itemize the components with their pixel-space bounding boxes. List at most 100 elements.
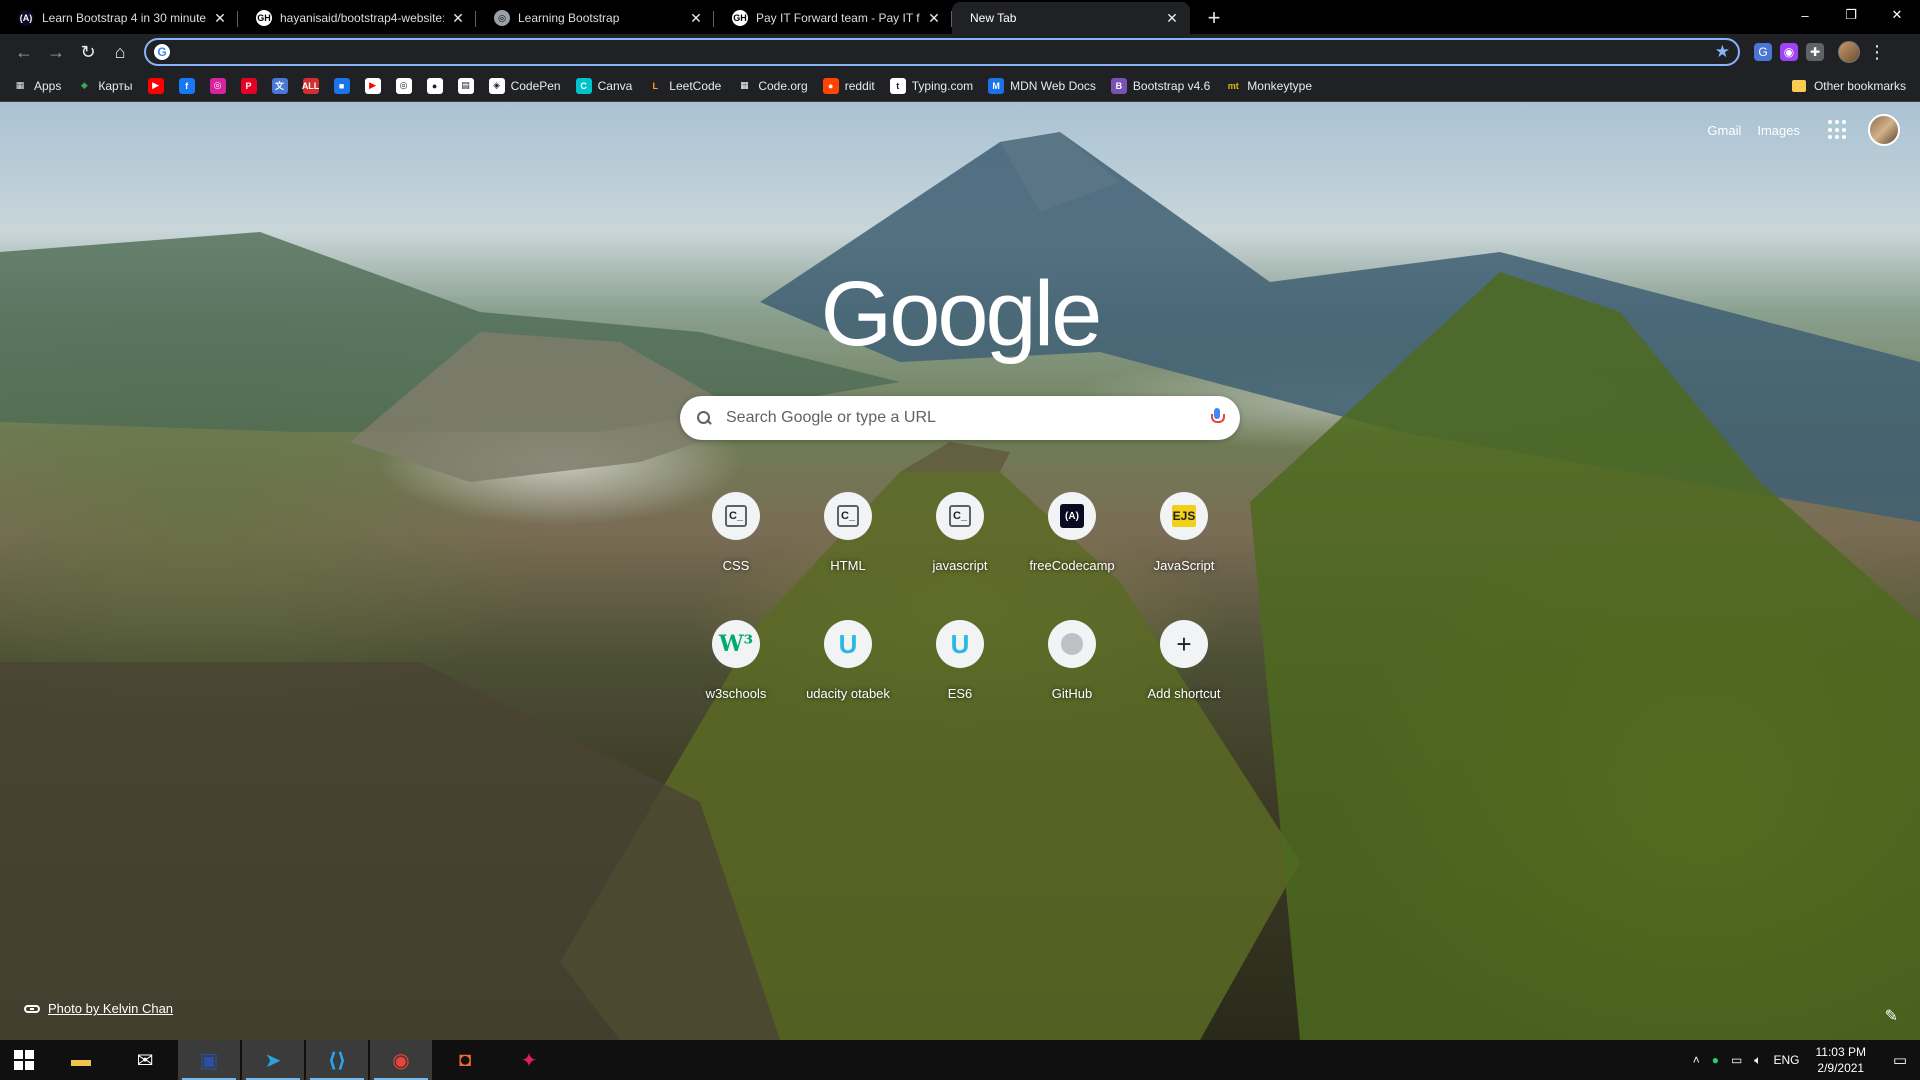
tab-5[interactable]: New Tab ✕ xyxy=(952,2,1190,34)
bookmark-star-icon[interactable]: ★ xyxy=(1715,42,1730,62)
close-window-button[interactable]: ✕ xyxy=(1874,0,1920,30)
shortcut-icon: W³ xyxy=(712,620,760,668)
customize-pencil-icon[interactable]: ✎ xyxy=(1885,1006,1898,1026)
tab-favicon-icon: GH xyxy=(256,10,272,26)
bookmark-item-9[interactable]: ■ xyxy=(333,77,350,94)
volume-icon[interactable]: 🔈︎ xyxy=(1754,1053,1761,1068)
profile-avatar[interactable] xyxy=(1838,41,1860,63)
taskbar-chrome[interactable]: ◉ xyxy=(370,1040,432,1080)
bookmark-codepen[interactable]: ◈ CodePen xyxy=(488,77,561,94)
shortcut-javascript[interactable]: EJS JavaScript xyxy=(1128,476,1240,596)
tray-chevron-icon[interactable]: ˄ xyxy=(1693,1053,1700,1067)
other-bookmarks[interactable]: Other bookmarks xyxy=(1791,70,1906,102)
shortcut-add-shortcut[interactable]: + Add shortcut xyxy=(1128,604,1240,724)
minimize-button[interactable]: – xyxy=(1782,0,1828,30)
images-link[interactable]: Images xyxy=(1757,123,1800,138)
bookmark-item-4[interactable]: f xyxy=(178,77,195,94)
reload-button[interactable]: ↻ xyxy=(72,36,104,68)
bookmarks-bar: ▦ Apps ◆ Карты ▶ f ◎ P 文 ALL ■ ▶ ◎ ● ▤ ◈ CodePen C Canva L L… xyxy=(0,70,1920,102)
shortcut-html[interactable]: C_ HTML xyxy=(792,476,904,596)
tab-2[interactable]: GH hayanisaid/bootstrap4-website: W ✕ xyxy=(238,2,476,34)
bookmark-item-3[interactable]: ▶ xyxy=(147,77,164,94)
bookmark-item-7[interactable]: 文 xyxy=(271,77,288,94)
bookmark-item-13[interactable]: ▤ xyxy=(457,77,474,94)
tab-close-icon[interactable]: ✕ xyxy=(1164,10,1180,26)
taskbar-mail[interactable]: ✉ xyxy=(114,1040,176,1080)
account-avatar[interactable] xyxy=(1868,114,1900,146)
bookmark-item-8[interactable]: ALL xyxy=(302,77,319,94)
notification-center-icon[interactable]: ▭ xyxy=(1880,1040,1920,1080)
start-button[interactable] xyxy=(0,1040,48,1080)
tab-3[interactable]: ◎ Learning Bootstrap ✕ xyxy=(476,2,714,34)
shortcut-w3schools[interactable]: W³ w3schools xyxy=(680,604,792,724)
shortcut-css[interactable]: C_ CSS xyxy=(680,476,792,596)
tab-title: Pay IT Forward team - Pay IT forw xyxy=(756,11,920,25)
bookmark-mdn-web-docs[interactable]: M MDN Web Docs xyxy=(988,77,1096,94)
microphone-icon[interactable] xyxy=(1210,408,1225,428)
address-input[interactable] xyxy=(178,44,1715,60)
shortcut-freecodecamp[interactable]: (A) freeCodecamp xyxy=(1016,476,1128,596)
home-button[interactable]: ⌂ xyxy=(104,36,136,68)
shortcut-icon: + xyxy=(1160,620,1208,668)
tab-close-icon[interactable]: ✕ xyxy=(450,10,466,26)
taskbar-save-app[interactable]: ▣ xyxy=(178,1040,240,1080)
taskbar-app-orange[interactable]: ◘ xyxy=(434,1040,496,1080)
forward-button[interactable]: → xyxy=(40,36,72,68)
tab-close-icon[interactable]: ✕ xyxy=(926,10,942,26)
search-input[interactable] xyxy=(726,409,1210,427)
bookmark-item-11[interactable]: ◎ xyxy=(395,77,412,94)
bookmark-item-12[interactable]: ● xyxy=(426,77,443,94)
ud-favicon-icon: U xyxy=(950,628,970,659)
language-indicator[interactable]: ENG xyxy=(1774,1053,1800,1067)
translate-icon[interactable]: G xyxy=(1754,43,1772,61)
clock[interactable]: 11:03 PM 2/9/2021 xyxy=(1816,1044,1866,1076)
tab-close-icon[interactable]: ✕ xyxy=(688,10,704,26)
bookmark-code-org[interactable]: ▦ Code.org xyxy=(736,78,808,94)
bookmark-label: Canva xyxy=(597,78,633,93)
taskbar-slack[interactable]: ✦ xyxy=(498,1040,560,1080)
new-tab-button[interactable]: + xyxy=(1200,4,1228,32)
bookmark-favicon-icon: t xyxy=(889,77,906,94)
bookmark-item-10[interactable]: ▶ xyxy=(364,77,381,94)
shortcut-es6[interactable]: U ES6 xyxy=(904,604,1016,724)
bookmark-label: Карты xyxy=(98,78,133,93)
taskbar-vscode[interactable]: ⟨⟩ xyxy=(306,1040,368,1080)
bookmark-item-6[interactable]: P xyxy=(240,77,257,94)
shortcut-icon: C_ xyxy=(824,492,872,540)
shortcut-javascript[interactable]: C_ javascript xyxy=(904,476,1016,596)
attribution-text[interactable]: Photo by Kelvin Chan xyxy=(48,1001,173,1016)
taskbar-file-explorer[interactable]: ▬ xyxy=(50,1040,112,1080)
bookmark-apps[interactable]: ▦ Apps xyxy=(12,78,62,94)
bookmark-label: CodePen xyxy=(510,78,561,93)
extension-purple-icon[interactable]: ◉ xyxy=(1780,43,1798,61)
address-bar[interactable]: G ★ xyxy=(144,38,1740,66)
maximize-button[interactable]: ❐ xyxy=(1828,0,1874,30)
gmail-link[interactable]: Gmail xyxy=(1707,123,1741,138)
bookmark-favicon-icon: ● xyxy=(822,77,839,94)
gh-favicon-icon xyxy=(1061,633,1083,655)
bookmark-item-5[interactable]: ◎ xyxy=(209,77,226,94)
bookmark-canva[interactable]: C Canva xyxy=(575,77,633,94)
bookmark-monkeytype[interactable]: mt Monkeytype xyxy=(1225,78,1312,94)
search-box[interactable] xyxy=(680,396,1240,440)
shortcut-udacity-otabek[interactable]: Uudacity otabek xyxy=(792,604,904,724)
menu-kebab-icon[interactable]: ⋮ xyxy=(1868,42,1886,63)
bookmark-bootstrap-v4-6[interactable]: B Bootstrap v4.6 xyxy=(1110,77,1210,94)
tab-strip: (A)Learn Bootstrap 4 in 30 minutes by✕GH… xyxy=(0,0,1920,34)
bookmark-reddit[interactable]: ● reddit xyxy=(822,77,875,94)
bookmark-favicon-icon: P xyxy=(240,77,257,94)
shortcut-github[interactable]: GitHub xyxy=(1016,604,1128,724)
tab-1[interactable]: (A) Learn Bootstrap 4 in 30 minutes by ✕ xyxy=(0,2,238,34)
photo-attribution[interactable]: Photo by Kelvin Chan xyxy=(24,1001,173,1016)
tab-4[interactable]: GH Pay IT Forward team - Pay IT forw ✕ xyxy=(714,2,952,34)
security-shield-icon[interactable]: ● xyxy=(1712,1053,1719,1067)
google-apps-icon[interactable] xyxy=(1828,120,1848,140)
taskbar-telegram[interactable]: ➤ xyxy=(242,1040,304,1080)
bookmark-typing-com[interactable]: t Typing.com xyxy=(889,77,973,94)
network-icon[interactable]: ▭ xyxy=(1731,1053,1742,1067)
extensions-puzzle-icon[interactable]: ✚ xyxy=(1806,43,1824,61)
back-button[interactable]: ← xyxy=(8,36,40,68)
bookmark-карты[interactable]: ◆ Карты xyxy=(76,78,133,94)
tab-close-icon[interactable]: ✕ xyxy=(212,10,228,26)
bookmark-leetcode[interactable]: L LeetCode xyxy=(647,78,722,94)
